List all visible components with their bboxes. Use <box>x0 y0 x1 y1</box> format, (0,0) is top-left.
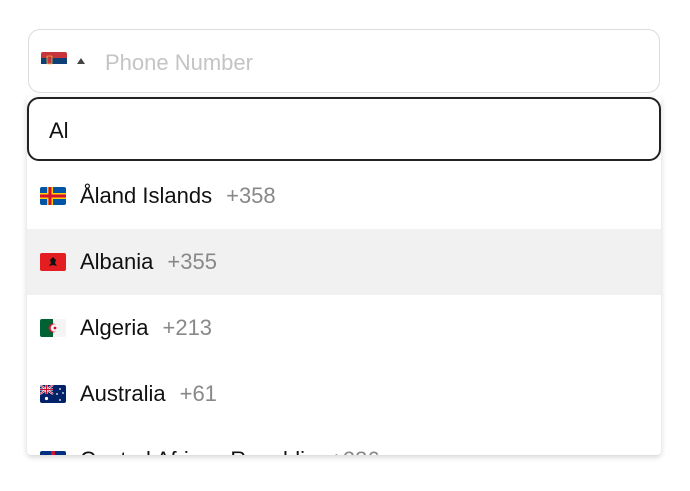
country-search-box <box>27 97 661 161</box>
phone-number-input[interactable] <box>103 44 647 82</box>
country-option-algeria[interactable]: Algeria +213 <box>27 295 661 361</box>
country-dial-code: +61 <box>179 381 217 406</box>
flag-albania-icon <box>40 253 66 271</box>
country-option-central-african-republic[interactable]: Central African Republic +236 <box>27 427 661 455</box>
country-list: Åland Islands +358 Albania +355 Algeria … <box>27 163 661 455</box>
country-dial-code: +355 <box>167 249 217 274</box>
country-dial-code: +236 <box>330 447 380 455</box>
phone-number-field <box>28 29 660 93</box>
flag-central-african-republic-icon <box>40 451 66 455</box>
country-name: Central African Republic <box>80 447 316 455</box>
caret-up-icon <box>77 58 85 64</box>
flag-serbia-icon <box>41 52 67 70</box>
country-dial-code: +358 <box>226 183 276 208</box>
country-option-albania[interactable]: Albania +355 <box>27 229 661 295</box>
country-name: Algeria <box>80 315 149 340</box>
flag-australia-icon <box>40 385 66 403</box>
flag-algeria-icon <box>40 319 66 337</box>
flag-aland-islands-icon <box>40 187 66 205</box>
country-name: Albania <box>80 249 154 274</box>
country-dropdown: Åland Islands +358 Albania +355 <box>27 97 661 455</box>
country-search-input[interactable] <box>47 113 641 149</box>
country-option-aland-islands[interactable]: Åland Islands +358 <box>27 163 661 229</box>
country-name: Australia <box>80 381 166 406</box>
country-code-select[interactable] <box>41 52 85 70</box>
country-option-australia[interactable]: Australia +61 <box>27 361 661 427</box>
country-name: Åland Islands <box>80 183 213 208</box>
country-dial-code: +213 <box>162 315 213 340</box>
